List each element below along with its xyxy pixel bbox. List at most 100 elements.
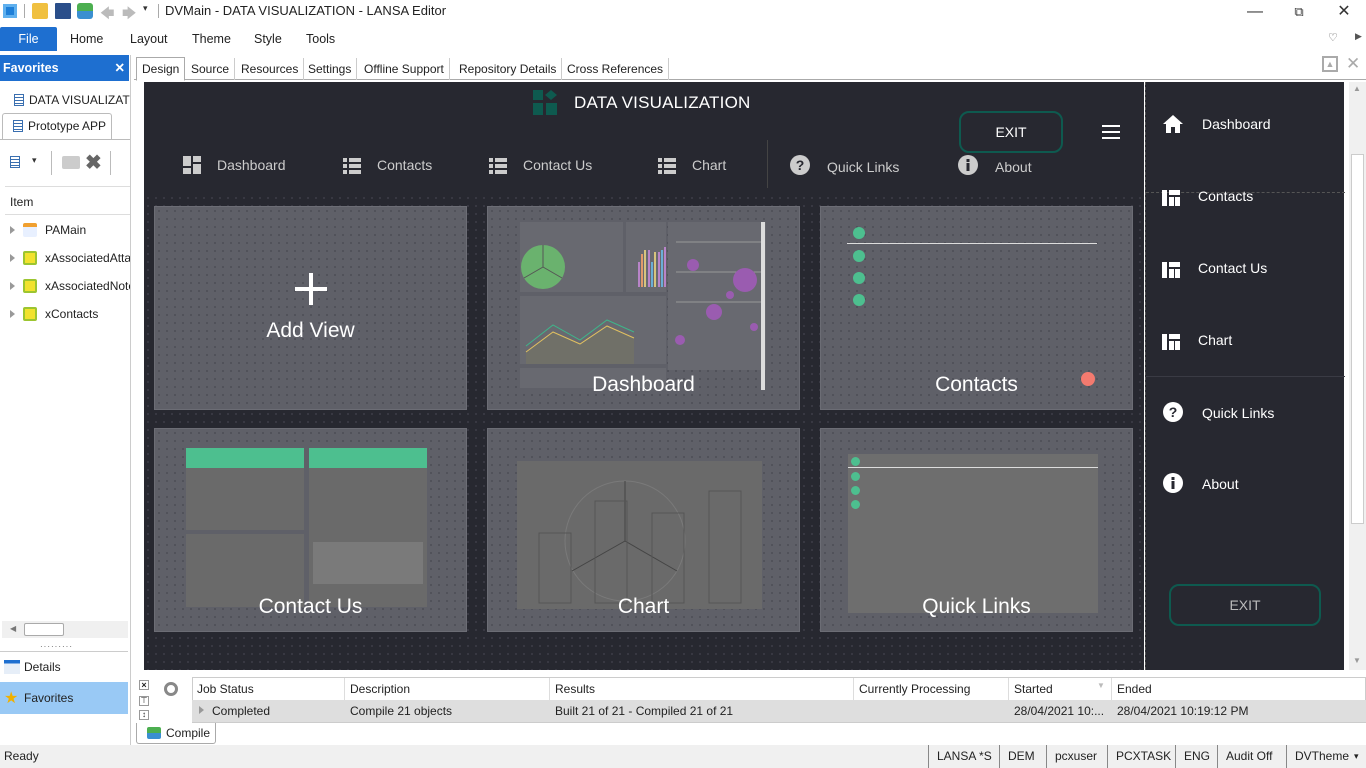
favorite-heart-icon[interactable]: ♡ xyxy=(1328,31,1338,44)
customize-dropdown-icon[interactable]: ▾ xyxy=(143,3,159,19)
tab-compile[interactable]: Compile xyxy=(136,723,216,744)
scroll-up-icon[interactable]: ▲ xyxy=(1353,84,1361,93)
ribbon-tab-file[interactable]: File xyxy=(0,27,57,51)
forward-arrow-icon[interactable]: 🡆 xyxy=(122,3,138,21)
drawer-item-contact-us[interactable]: Contact Us xyxy=(1162,256,1267,280)
pin-icon[interactable]: ⊤ xyxy=(139,696,149,706)
tab-settings[interactable]: Settings xyxy=(303,58,358,80)
scrollbar-thumb[interactable] xyxy=(24,623,64,636)
ribbon-tab-tools[interactable]: Tools xyxy=(306,27,335,51)
back-arrow-icon[interactable]: 🡄 xyxy=(100,3,116,21)
tab-design[interactable]: Design xyxy=(136,57,186,81)
favorites-title: Favorites xyxy=(3,61,59,75)
ribbon-expand-icon[interactable]: ▶ xyxy=(1355,31,1362,42)
expand-icon[interactable] xyxy=(10,282,15,290)
dropdown-arrow-icon[interactable]: ▾ xyxy=(32,155,37,166)
tile-dashboard[interactable]: Dashboard xyxy=(487,206,800,410)
design-canvas: DATA VISUALIZATION EXIT Dashboard Contac… xyxy=(144,82,1144,670)
nav-contact-us[interactable]: Contact Us xyxy=(489,154,592,176)
tree-item-xassociatednotes[interactable]: xAssociatedNotes xyxy=(0,275,130,297)
close-favorites-icon[interactable]: ✕ xyxy=(115,55,125,81)
status-options-icon[interactable]: ▾ xyxy=(1354,745,1359,768)
drawer-item-dashboard[interactable]: Dashboard xyxy=(1162,112,1271,136)
nav-contacts[interactable]: Contacts xyxy=(343,154,432,176)
app-title: DATA VISUALIZATION xyxy=(574,93,751,112)
ribbon-tab-home[interactable]: Home xyxy=(70,27,103,51)
exit-button[interactable]: EXIT xyxy=(959,111,1063,153)
close-panel-icon[interactable]: × xyxy=(139,680,149,690)
link-icon xyxy=(851,486,860,495)
tile-contact-us[interactable]: Contact Us xyxy=(154,428,467,632)
nav-dashboard[interactable]: Dashboard xyxy=(183,154,286,176)
tile-add-view[interactable]: Add View xyxy=(154,206,467,410)
horizontal-scrollbar[interactable]: ◀ xyxy=(2,621,128,638)
tab-cross-references[interactable]: Cross References xyxy=(562,58,670,80)
tile-label: Dashboard xyxy=(592,373,695,396)
drawer-item-quick-links[interactable]: ? Quick Links xyxy=(1162,401,1274,425)
favorite-item-data-visualization[interactable]: DATA VISUALIZATION xyxy=(0,88,130,112)
document-view-icon[interactable] xyxy=(10,155,24,171)
close-document-icon[interactable]: ✕ xyxy=(1346,54,1360,74)
expand-icon[interactable] xyxy=(10,254,15,262)
minimize-button[interactable]: — xyxy=(1232,0,1278,24)
restore-button[interactable]: ⧉ xyxy=(1276,0,1322,24)
nav-chart[interactable]: Chart xyxy=(658,154,726,176)
scrollbar-thumb[interactable] xyxy=(1351,154,1364,524)
tab-repository-details[interactable]: Repository Details xyxy=(454,58,563,80)
list-icon xyxy=(489,158,507,174)
scroll-left-icon[interactable]: ◀ xyxy=(10,624,16,633)
maximize-panel-icon[interactable]: ▲ xyxy=(1322,56,1338,72)
search-icon[interactable] xyxy=(164,682,178,696)
drawer-item-chart[interactable]: Chart xyxy=(1162,328,1232,352)
ribbon-tab-style[interactable]: Style xyxy=(254,27,282,51)
column-header-job-status[interactable]: Job Status xyxy=(192,678,345,700)
job-status-cell: Completed xyxy=(212,704,271,718)
app-header: DATA VISUALIZATION EXIT Dashboard Contac… xyxy=(144,82,1144,192)
save-icon[interactable] xyxy=(55,3,71,19)
ribbon-tab-theme[interactable]: Theme xyxy=(192,27,231,51)
list-icon xyxy=(658,158,676,174)
status-language: ENG xyxy=(1175,745,1218,768)
panel-favorites[interactable]: ★ Favorites xyxy=(0,682,128,714)
panel-details[interactable]: Details xyxy=(0,651,128,681)
drawer-item-contacts[interactable]: Contacts xyxy=(1162,184,1253,208)
expand-panel-icon[interactable]: ↕ xyxy=(139,710,149,720)
ribbon-tabs: File Home Layout Theme Style Tools ♡ ▶ xyxy=(0,27,1366,51)
drawer-item-about[interactable]: About xyxy=(1162,472,1239,496)
favorite-tab-prototype-app[interactable]: Prototype APP xyxy=(2,113,112,140)
tree-item-xassociatedattachments[interactable]: xAssociatedAttachments xyxy=(0,247,130,269)
column-header-currently-processing[interactable]: Currently Processing xyxy=(854,678,1009,700)
app-logo-icon xyxy=(3,4,17,18)
nav-quick-links[interactable]: ? Quick Links xyxy=(789,154,899,176)
scroll-down-icon[interactable]: ▼ xyxy=(1353,656,1361,665)
tile-quick-links[interactable]: Quick Links xyxy=(820,428,1133,632)
column-header-description[interactable]: Description xyxy=(345,678,550,700)
nav-about[interactable]: About xyxy=(957,154,1032,176)
item-column-header[interactable]: Item xyxy=(10,195,33,209)
open-folder-icon[interactable] xyxy=(62,156,80,169)
tab-offline-support[interactable]: Offline Support xyxy=(359,58,450,80)
tile-label: Quick Links xyxy=(922,595,1031,618)
tab-source[interactable]: Source xyxy=(186,58,236,80)
expand-row-icon[interactable] xyxy=(199,706,204,714)
column-header-ended[interactable]: Ended xyxy=(1112,678,1366,700)
open-folder-icon[interactable] xyxy=(32,3,48,19)
tree-item-xcontacts[interactable]: xContacts xyxy=(0,303,130,325)
delete-icon[interactable]: ✖ xyxy=(85,150,102,175)
ribbon-tab-layout[interactable]: Layout xyxy=(130,27,168,51)
nav-label: Contacts xyxy=(377,157,433,173)
tab-resources[interactable]: Resources xyxy=(236,58,305,80)
expand-icon[interactable] xyxy=(10,310,15,318)
splitter-handle[interactable]: ········· xyxy=(40,642,73,651)
vertical-scrollbar[interactable]: ▲ ▼ xyxy=(1349,82,1366,670)
tile-chart[interactable]: Chart xyxy=(487,428,800,632)
column-header-results[interactable]: Results xyxy=(550,678,854,700)
drawer-exit-button[interactable]: EXIT xyxy=(1169,584,1321,626)
expand-icon[interactable] xyxy=(10,226,15,234)
close-button[interactable]: ✕ xyxy=(1321,0,1366,24)
compile-icon[interactable] xyxy=(77,3,93,19)
hamburger-menu-icon[interactable] xyxy=(1102,125,1120,139)
tile-contacts[interactable]: Contacts xyxy=(820,206,1133,410)
tree-item-pamain[interactable]: PAMain xyxy=(0,219,130,241)
grid-icon xyxy=(1162,334,1180,350)
